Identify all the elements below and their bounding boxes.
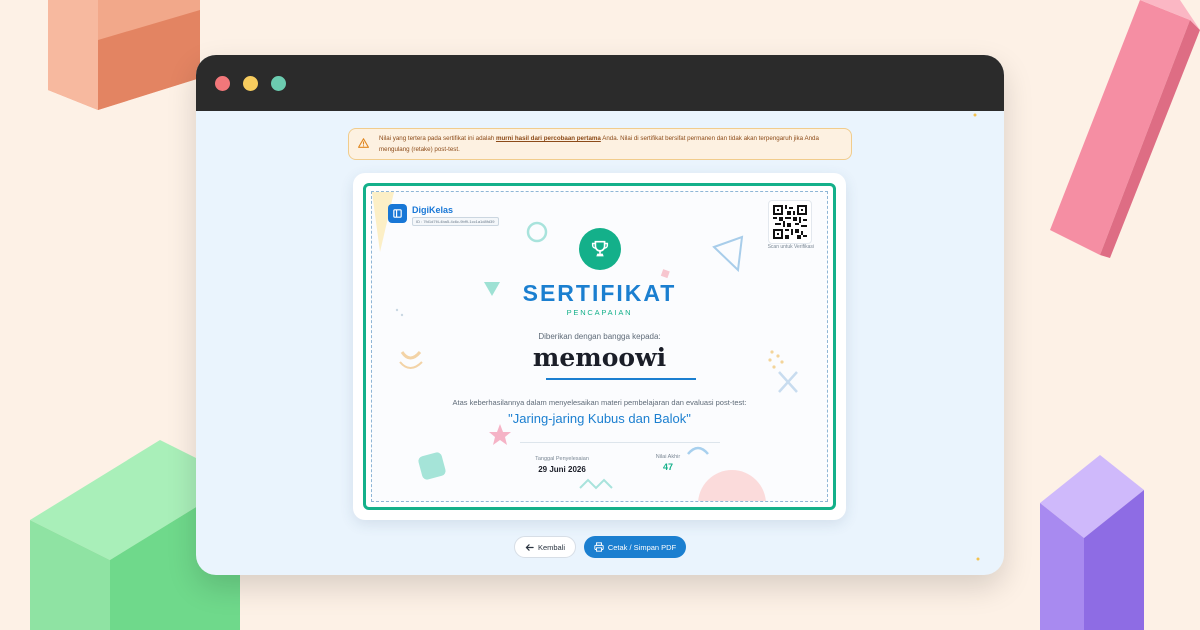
maximize-window-dot[interactable] (271, 75, 286, 91)
recipient-underline (546, 378, 696, 380)
close-window-dot[interactable] (215, 75, 230, 91)
completion-date-value: 29 Juni 2026 (538, 465, 586, 474)
course-title: "Jaring-jaring Kubus dan Balok" (508, 411, 691, 426)
browser-window: Nilai yang tertera pada sertifikat ini a… (196, 55, 1004, 575)
final-score-label: Nilai Akhir (655, 454, 681, 460)
back-button-label: Kembali (537, 542, 566, 552)
qr-code[interactable] (768, 200, 812, 244)
qr-code-icon (773, 205, 807, 239)
book-icon (388, 204, 407, 223)
print-pdf-button-label: Cetak / Simpan PDF (607, 542, 677, 552)
certificate-subtitle: PENCAPAIAN (566, 308, 633, 317)
printer-icon (594, 542, 604, 552)
completion-date-label: Tanggal Penyelesaian (535, 456, 589, 462)
arrow-left-icon (525, 543, 534, 551)
brand-name: DigiKelas (412, 205, 454, 215)
warning-icon (358, 138, 369, 148)
notice-emphasis: murni hasil dari percobaan pertama (495, 135, 601, 142)
final-score-value: 47 (662, 462, 673, 472)
certificate-title: SERTIFIKAT (522, 280, 677, 306)
minimize-window-dot[interactable] (243, 75, 258, 91)
decorative-pink-bar (1050, 0, 1200, 258)
certificate-card: DigiKelas ID : 7fd1d7f4-4ba5-4c6c-9bf9-1… (353, 173, 846, 520)
decorative-orange-block (48, 0, 200, 110)
notice-text: Nilai yang tertera pada sertifikat ini a… (379, 135, 819, 153)
given-to-label: Diberikan dengan bangga kepada: (538, 332, 661, 341)
completion-date-block: Tanggal Penyelesaian 29 Juni 2026 (522, 456, 602, 474)
decorative-purple-bar (1040, 455, 1144, 630)
certificate-id: ID : 7fd1d7f4-4ba5-4c6c-9bf9-1cc1a1d8fd3… (412, 217, 499, 226)
first-attempt-notice: Nilai yang tertera pada sertifikat ini a… (348, 128, 852, 160)
qr-label: Scan untuk Verifikasi (767, 244, 814, 250)
meta-divider (520, 442, 720, 443)
brand-block: DigiKelas ID : 7fd1d7f4-4ba5-4c6c-9bf9-1… (388, 204, 499, 226)
recipient-name: memoowi (532, 343, 667, 372)
print-pdf-button[interactable]: Cetak / Simpan PDF (584, 536, 686, 558)
page-content: Nilai yang tertera pada sertifikat ini a… (196, 111, 1004, 575)
certificate-body: DigiKelas ID : 7fd1d7f4-4ba5-4c6c-9bf9-1… (371, 191, 828, 502)
sparkle-decoration (973, 113, 980, 561)
achievement-text: Atas keberhasilannya dalam menyelesaikan… (452, 398, 747, 407)
window-titlebar (196, 55, 1004, 111)
trophy-icon (579, 228, 621, 270)
final-score-block: Nilai Akhir 47 (638, 454, 698, 472)
back-button[interactable]: Kembali (514, 536, 576, 558)
